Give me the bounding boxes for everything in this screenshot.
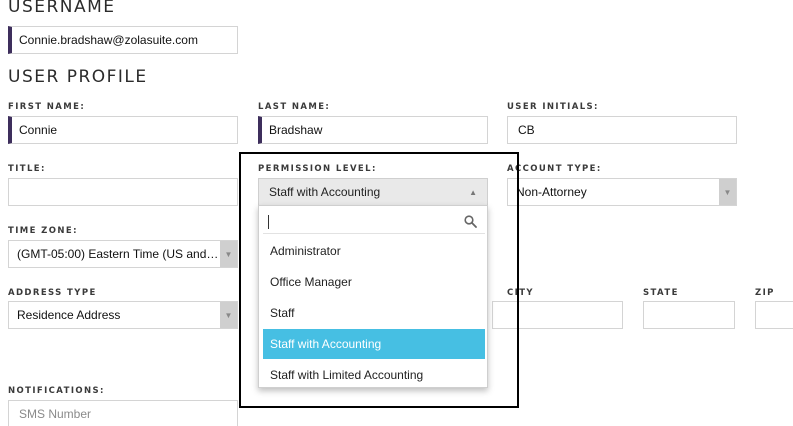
state-field[interactable] bbox=[643, 301, 735, 329]
state-label: STATE bbox=[643, 288, 679, 298]
account-type-select[interactable]: Non-Attorney ▼ bbox=[507, 178, 737, 206]
highlight-annotation-box bbox=[239, 152, 519, 408]
time-zone-label: TIME ZONE: bbox=[8, 226, 78, 236]
title-label: TITLE: bbox=[8, 164, 46, 174]
last-name-field[interactable]: Bradshaw bbox=[258, 116, 488, 144]
time-zone-select[interactable]: (GMT-05:00) Eastern Time (US and… ▼ bbox=[8, 240, 238, 268]
address-type-value: Residence Address bbox=[17, 308, 121, 322]
zip-label: ZIP bbox=[755, 288, 775, 298]
account-type-value: Non-Attorney bbox=[516, 185, 587, 199]
notifications-label: NOTIFICATIONS: bbox=[8, 386, 105, 396]
account-type-label: ACCOUNT TYPE: bbox=[507, 164, 602, 174]
time-zone-value: (GMT-05:00) Eastern Time (US and… bbox=[17, 247, 219, 261]
sms-number-field[interactable]: SMS Number bbox=[8, 400, 238, 426]
first-name-field[interactable]: Connie bbox=[8, 116, 238, 144]
title-field[interactable] bbox=[8, 178, 238, 206]
caret-down-icon: ▼ bbox=[719, 179, 736, 205]
first-name-label: FIRST NAME: bbox=[8, 102, 86, 112]
last-name-label: LAST NAME: bbox=[258, 102, 331, 112]
username-heading: USERNAME bbox=[8, 0, 116, 17]
caret-down-icon: ▼ bbox=[220, 241, 237, 267]
user-initials-field[interactable]: CB bbox=[507, 116, 737, 144]
address-type-label: ADDRESS TYPE bbox=[8, 288, 97, 298]
address-type-select[interactable]: Residence Address ▼ bbox=[8, 301, 238, 329]
caret-down-icon: ▼ bbox=[220, 302, 237, 328]
user-initials-label: USER INITIALS: bbox=[507, 102, 599, 112]
zip-field[interactable] bbox=[755, 301, 793, 329]
username-field[interactable]: Connie.bradshaw@zolasuite.com bbox=[8, 26, 238, 54]
user-profile-heading: USER PROFILE bbox=[8, 67, 148, 87]
